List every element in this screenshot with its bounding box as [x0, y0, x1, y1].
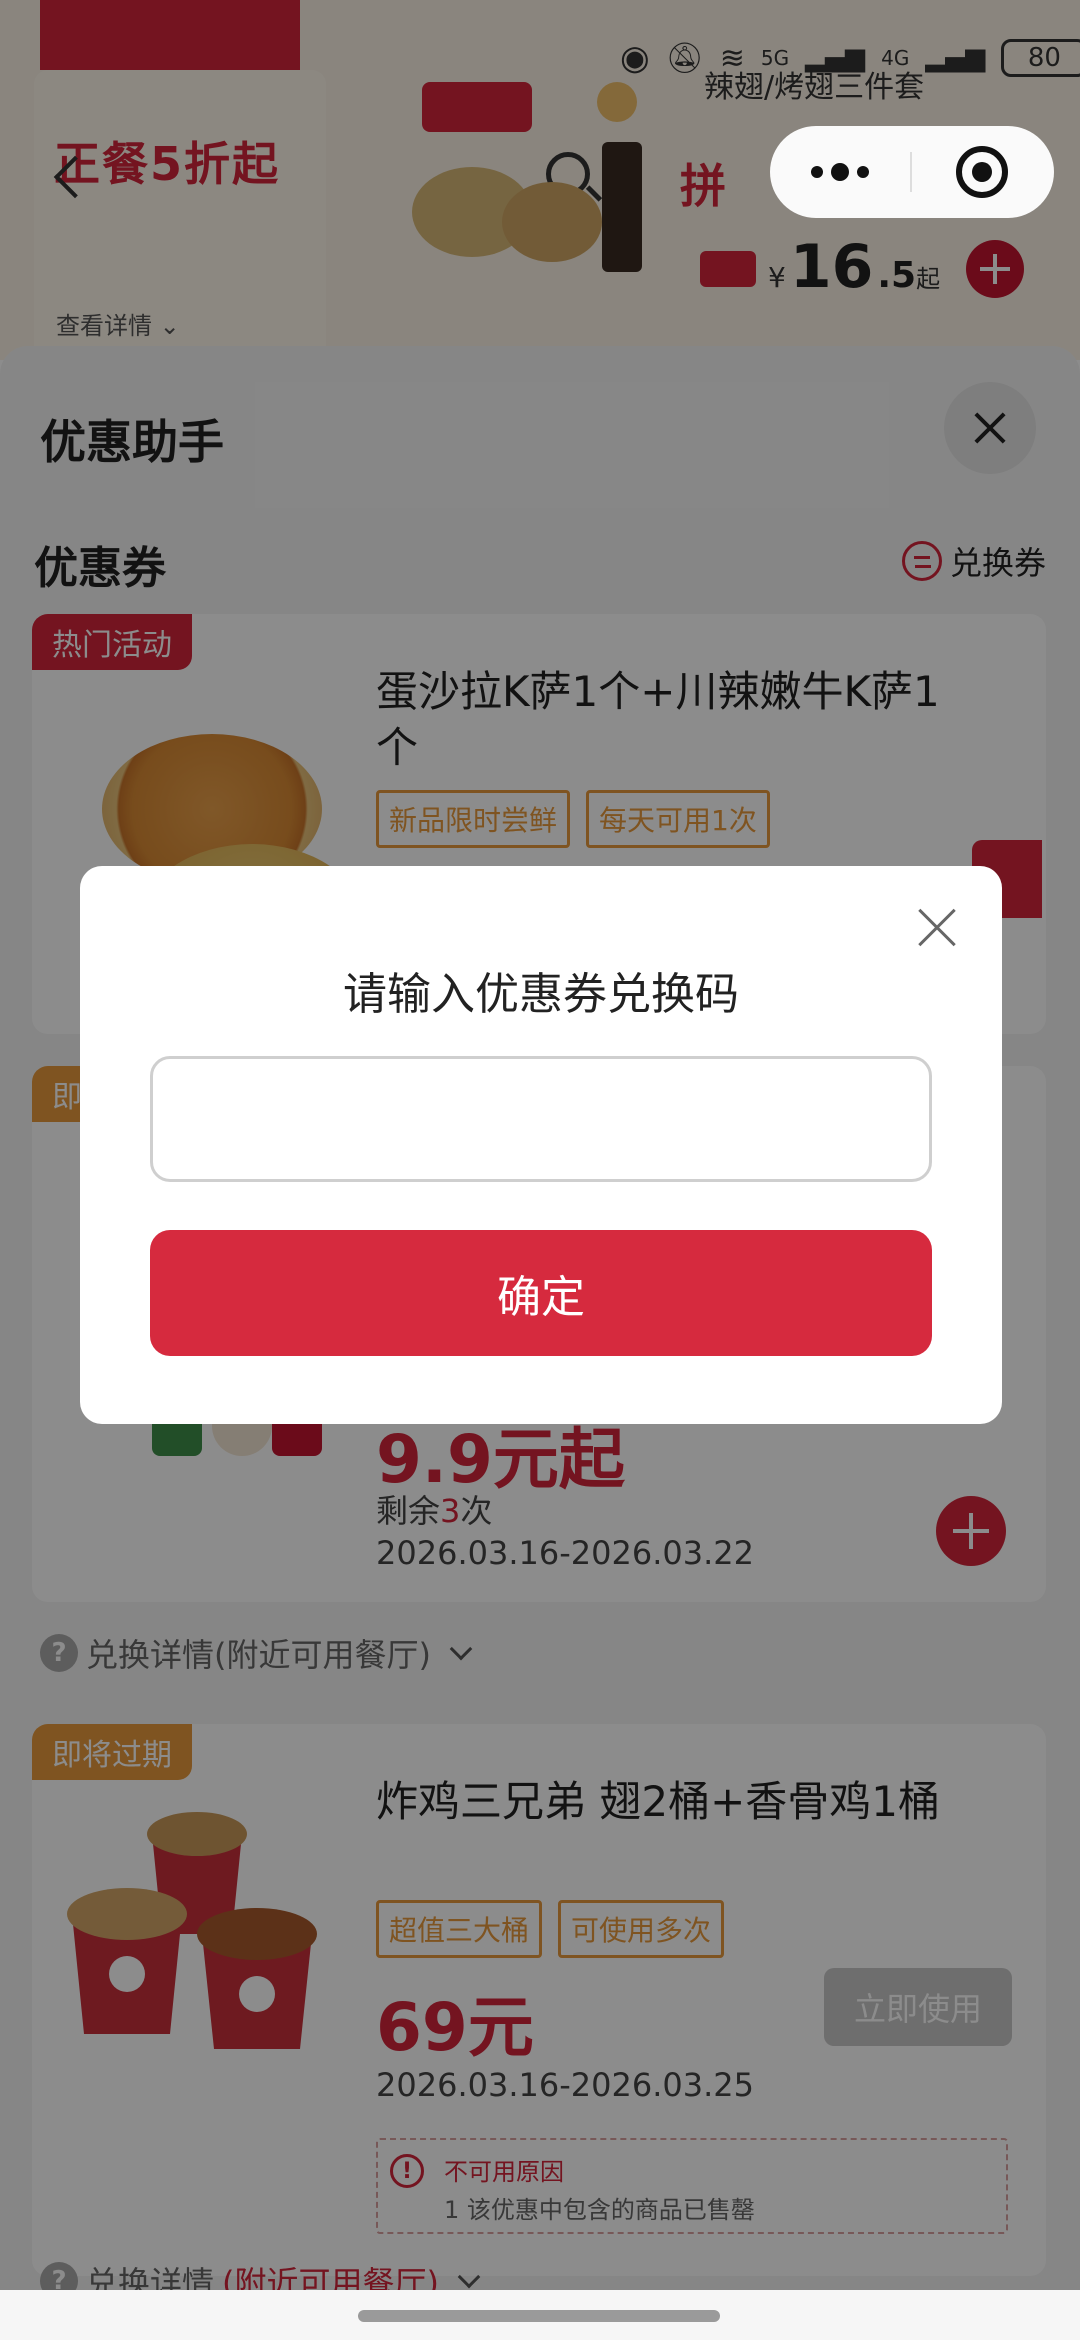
close-miniprogram-button[interactable] — [912, 126, 1052, 218]
redeem-code-dialog: 请输入优惠券兑换码 确定 — [80, 866, 1002, 1424]
dialog-close-icon[interactable] — [916, 906, 960, 950]
dialog-title: 请输入优惠券兑换码 — [343, 969, 739, 1020]
miniprogram-capsule — [770, 126, 1054, 218]
home-indicator[interactable] — [358, 2310, 720, 2322]
target-icon — [956, 146, 1008, 198]
redeem-code-input[interactable] — [150, 1056, 932, 1182]
more-options-button[interactable] — [770, 126, 910, 218]
confirm-button[interactable]: 确定 — [150, 1230, 932, 1356]
